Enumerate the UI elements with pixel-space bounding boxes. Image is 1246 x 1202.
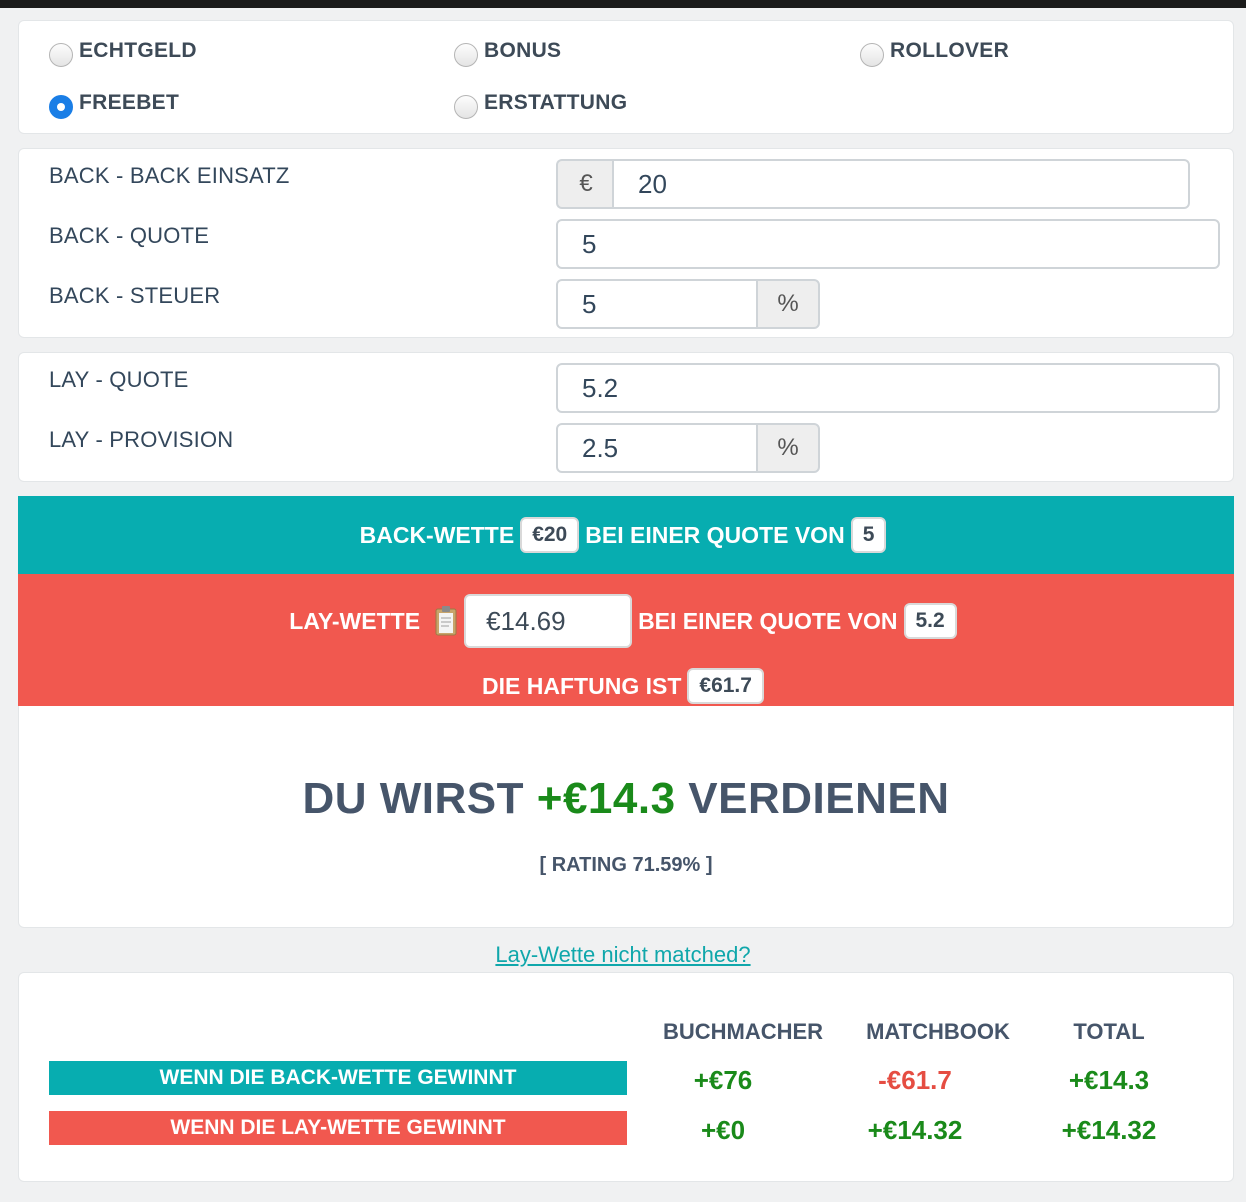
back-bet-middle-text: BEI EINER QUOTE VON — [585, 521, 845, 548]
lay-not-matched-link[interactable]: Lay-Wette nicht matched? — [495, 942, 750, 967]
radio-erstattung[interactable]: ERSTATTUNG — [454, 87, 627, 119]
radio-bonus[interactable]: BONUS — [454, 35, 561, 67]
profit-result: DU WIRST +€14.3 VERDIENEN [ RATING 71.59… — [18, 706, 1234, 928]
outcome-table: BUCHMACHER MATCHBOOK TOTAL WENN DIE BACK… — [18, 972, 1234, 1182]
radio-button-icon[interactable] — [860, 43, 884, 67]
link-container: Lay-Wette nicht matched? — [0, 942, 1246, 968]
liability-label: DIE HAFTUNG IST — [482, 672, 682, 699]
lay-bet-prefix: LAY-WETTE — [289, 607, 421, 634]
lay-commission-label: LAY - PROVISION — [49, 427, 234, 452]
back-wins-total-value: +€14.3 — [1068, 1065, 1150, 1095]
lay-wins-matchbook-value: +€14.32 — [867, 1115, 963, 1145]
back-bet-prefix: BACK-WETTE — [359, 521, 515, 548]
radio-freebet[interactable]: FREEBET — [49, 87, 179, 119]
back-bet-form: BACK - BACK EINSATZ € 20 BACK - QUOTE 5 … — [18, 148, 1234, 338]
radio-button-icon[interactable] — [49, 43, 73, 67]
profit-headline: DU WIRST +€14.3 VERDIENEN — [19, 774, 1233, 824]
back-stake-input[interactable]: 20 — [612, 159, 1190, 209]
lay-odds-label: LAY - QUOTE — [49, 367, 189, 392]
lay-bet-middle-text: BEI EINER QUOTE VON — [638, 607, 898, 634]
liability-badge: €61.7 — [687, 668, 764, 704]
radio-button-icon[interactable] — [454, 43, 478, 67]
radio-label: BONUS — [484, 39, 562, 62]
column-header-matchbook: MATCHBOOK — [866, 1019, 1010, 1044]
back-stake-label: BACK - BACK EINSATZ — [49, 163, 290, 188]
back-wins-bookmaker-value: +€76 — [693, 1065, 753, 1095]
radio-label: ECHTGELD — [79, 39, 197, 62]
profit-suffix: VERDIENEN — [688, 774, 950, 823]
lay-commission-input[interactable]: 2.5 — [556, 423, 758, 473]
bet-type-selector: ECHTGELD BONUS ROLLOVER FREEBET ERSTATTU… — [18, 20, 1234, 134]
lay-bet-form: LAY - QUOTE 5.2 LAY - PROVISION 2.5 % — [18, 352, 1234, 482]
row-label-back-wins: WENN DIE BACK-WETTE GEWINNT — [49, 1061, 627, 1095]
top-window-bar — [0, 0, 1246, 8]
radio-label: FREEBET — [79, 91, 180, 114]
row-label-lay-wins: WENN DIE LAY-WETTE GEWINNT — [49, 1111, 627, 1145]
back-bet-summary: BACK-WETTE €20 BEI EINER QUOTE VON 5 — [18, 496, 1234, 574]
back-tax-input[interactable]: 5 — [556, 279, 758, 329]
radio-echtgeld[interactable]: ECHTGELD — [49, 35, 197, 67]
radio-button-checked-icon[interactable] — [49, 95, 73, 119]
radio-label: ERSTATTUNG — [484, 91, 628, 114]
percent-addon: % — [756, 279, 820, 329]
back-stake-badge: €20 — [520, 517, 580, 553]
rating-text: [ RATING 71.59% ] — [539, 854, 713, 876]
radio-rollover[interactable]: ROLLOVER — [860, 35, 1009, 67]
back-wins-matchbook-value: -€61.7 — [878, 1065, 952, 1095]
column-header-buchmacher: BUCHMACHER — [662, 1019, 824, 1044]
percent-addon: % — [756, 423, 820, 473]
back-odds-badge: 5 — [850, 517, 887, 553]
profit-prefix: DU WIRST — [302, 774, 525, 823]
column-header-total: TOTAL — [1073, 1019, 1145, 1044]
back-odds-label: BACK - QUOTE — [49, 223, 210, 248]
back-odds-input[interactable]: 5 — [556, 219, 1220, 269]
lay-odds-badge: 5.2 — [903, 603, 957, 639]
lay-stake-field[interactable]: €14.69 — [464, 594, 633, 648]
profit-value: +€14.3 — [536, 774, 676, 823]
clipboard-icon[interactable] — [434, 605, 460, 637]
back-tax-label: BACK - STEUER — [49, 283, 221, 308]
lay-odds-input[interactable]: 5.2 — [556, 363, 1220, 413]
lay-wins-bookmaker-value: +€0 — [700, 1115, 746, 1145]
radio-label: ROLLOVER — [890, 39, 1010, 62]
currency-addon: € — [556, 159, 614, 209]
lay-bet-summary: LAY-WETTE €14.69 BEI EINER QUOTE VON 5.2… — [18, 574, 1234, 706]
lay-wins-total-value: +€14.32 — [1061, 1115, 1157, 1145]
radio-button-icon[interactable] — [454, 95, 478, 119]
